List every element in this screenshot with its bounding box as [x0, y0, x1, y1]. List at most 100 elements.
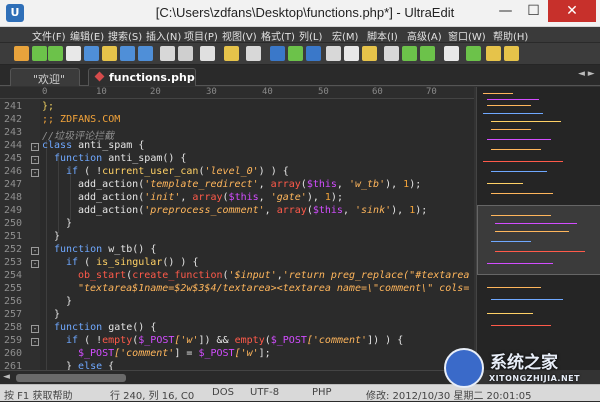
line-number: 258: [4, 322, 23, 333]
scroll-left-arrow-icon[interactable]: ◄: [3, 372, 10, 382]
print-preview-icon[interactable]: [178, 46, 193, 61]
minimize-button[interactable]: —: [492, 0, 519, 22]
menu-insert[interactable]: 插入(N): [146, 28, 181, 43]
code-token: };: [42, 101, 55, 112]
code-editor[interactable]: 241 242 243 244 245 246 247 248 249 250 …: [0, 99, 474, 370]
code-token: $_POST: [198, 348, 235, 359]
settings-icon[interactable]: [504, 46, 519, 61]
macro-icon[interactable]: [486, 46, 501, 61]
horizontal-scrollbar[interactable]: ◄ ►: [0, 370, 474, 384]
document-list-icon[interactable]: [246, 46, 261, 61]
status-language[interactable]: PHP: [312, 387, 332, 398]
minimap-line: [495, 251, 585, 252]
status-encoding[interactable]: UTF-8: [250, 387, 279, 398]
watermark-logo: 系统之家 XITONGZHIJIA.NET: [444, 346, 594, 394]
code-token: anti_spam {: [78, 140, 145, 151]
code-token: 'init': [144, 192, 181, 203]
code-token: function: [54, 322, 109, 333]
column-mode-icon[interactable]: [224, 46, 239, 61]
menu-view[interactable]: 视图(V): [222, 28, 257, 43]
hex-mode-icon[interactable]: [270, 46, 285, 61]
code-line: };: [42, 101, 54, 114]
new-file-icon[interactable]: [14, 46, 29, 61]
spell-check-icon[interactable]: [306, 46, 321, 61]
line-number: 252: [4, 244, 23, 255]
fold-toggle[interactable]: -: [31, 260, 39, 268]
minimap-line: [487, 313, 533, 314]
fold-toggle[interactable]: -: [31, 325, 39, 333]
code-token: add_action(: [78, 205, 145, 216]
menu-file[interactable]: 文件(F): [32, 28, 66, 43]
cut-icon[interactable]: [326, 46, 341, 61]
fold-toggle[interactable]: -: [31, 169, 39, 177]
menu-search[interactable]: 搜索(S): [108, 28, 142, 43]
find-icon[interactable]: [384, 46, 399, 61]
code-token: ),: [385, 179, 404, 190]
line-number: 244: [4, 140, 23, 151]
menu-column[interactable]: 列(L): [299, 28, 322, 43]
copy-icon[interactable]: [344, 46, 359, 61]
minimap-line: [491, 241, 531, 242]
tab-scroll-arrows[interactable]: ◄ ►: [578, 69, 595, 79]
ultraedit-app-icon[interactable]: U: [6, 4, 24, 22]
code-minimap[interactable]: [476, 87, 600, 370]
code-line: ob_start(create_function('$input','retur…: [78, 270, 470, 281]
find-next-icon[interactable]: [402, 46, 417, 61]
fold-toggle[interactable]: -: [31, 338, 39, 346]
ruler-mark: 30: [206, 87, 217, 97]
menu-window[interactable]: 窗口(W): [448, 28, 486, 43]
menu-edit[interactable]: 编辑(E): [70, 28, 104, 43]
new-document-icon[interactable]: [66, 46, 81, 61]
code-token: if: [66, 335, 85, 346]
menu-format[interactable]: 格式(T): [261, 28, 295, 43]
minimap-line: [491, 121, 561, 122]
minimap-line: [491, 149, 541, 150]
paste-icon[interactable]: [362, 46, 377, 61]
maximize-button[interactable]: ☐: [520, 0, 547, 22]
open-file-icon[interactable]: [84, 46, 99, 61]
menu-help[interactable]: 帮助(H): [493, 28, 528, 43]
save-icon[interactable]: [120, 46, 135, 61]
ruler-mark: 0: [42, 87, 48, 97]
fold-toggle[interactable]: -: [31, 156, 39, 164]
code-token: function: [54, 153, 109, 164]
fold-toggle[interactable]: -: [31, 247, 39, 255]
scrollbar-thumb[interactable]: [16, 374, 126, 382]
open-folder-icon[interactable]: [102, 46, 117, 61]
minimap-line: [487, 139, 551, 140]
compare-icon[interactable]: [444, 46, 459, 61]
minimap-line: [491, 193, 553, 194]
tab-welcome[interactable]: "欢迎": [10, 68, 80, 86]
menu-script[interactable]: 脚本(I): [367, 28, 398, 43]
print-icon[interactable]: [160, 46, 175, 61]
tab-functions-php[interactable]: functions.php: [88, 68, 196, 86]
tab-bar: "欢迎" functions.php: [0, 65, 600, 86]
code-line: "textarea$1name=$2w$3$4/textarea><textar…: [78, 283, 469, 296]
replace-icon[interactable]: [420, 46, 435, 61]
minimap-line: [487, 105, 531, 106]
forward-arrow-icon[interactable]: [48, 46, 63, 61]
save-all-icon[interactable]: [138, 46, 153, 61]
word-wrap-icon[interactable]: [288, 46, 303, 61]
modified-close-icon[interactable]: [94, 71, 105, 82]
line-number: 251: [4, 231, 23, 242]
menu-advanced[interactable]: 高级(A): [407, 28, 442, 43]
code-token: array: [192, 192, 223, 203]
tab-welcome-label: "欢迎": [33, 73, 66, 86]
ftp-icon[interactable]: [466, 46, 481, 61]
menu-macro[interactable]: 宏(M): [332, 28, 358, 43]
fold-toggle[interactable]: -: [31, 143, 39, 151]
column-ruler: 0 10 20 30 40 50 60 70: [0, 87, 474, 99]
code-token: add_action(: [78, 192, 145, 203]
code-token: if: [66, 257, 85, 268]
code-line: ;; ZDFANS.COM: [42, 114, 120, 127]
line-number-gutter: 241 242 243 244 245 246 247 248 249 250 …: [0, 99, 40, 370]
close-button[interactable]: ✕: [548, 0, 596, 22]
minimap-line: [491, 215, 551, 216]
status-line-ending[interactable]: DOS: [212, 387, 234, 398]
menu-project[interactable]: 项目(P): [184, 28, 218, 43]
code-token: 'sink': [355, 205, 392, 216]
back-arrow-icon[interactable]: [32, 46, 47, 61]
code-line: } else {: [66, 361, 114, 370]
page-icon[interactable]: [200, 46, 215, 61]
